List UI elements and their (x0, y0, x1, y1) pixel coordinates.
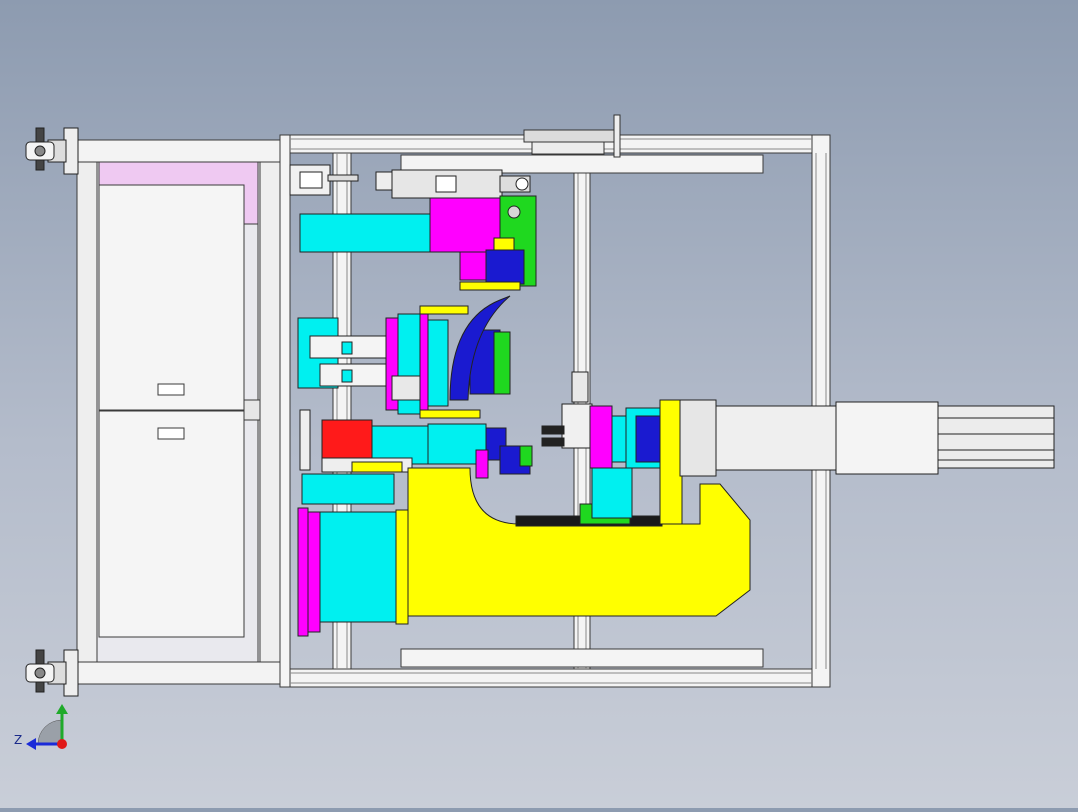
cabinet-door-lower (98, 410, 245, 638)
cad-model-drawing[interactable]: Z (0, 0, 1078, 808)
caster-wheel-top (25, 127, 79, 175)
left-cabinet (76, 139, 281, 685)
spindle-motor-assembly (541, 371, 1055, 525)
middle-clamp-assembly (297, 295, 511, 419)
upper-cylinder-assembly (289, 164, 537, 291)
door-handle-upper (157, 383, 185, 396)
servo-motor (835, 401, 939, 475)
coordinate-triad: Z (14, 704, 68, 750)
magenta-plate-upper (429, 197, 503, 253)
red-motor-block (321, 419, 373, 465)
origin-dot-icon (57, 739, 67, 749)
bottom-crossbar (400, 648, 764, 668)
caster-wheel-bottom (25, 649, 79, 697)
cyan-block-upper (299, 213, 433, 253)
spindle-housing (715, 405, 839, 471)
door-handle-lower (157, 427, 185, 440)
cad-viewport[interactable]: Z (0, 0, 1078, 808)
z-axis-arrow-icon (26, 738, 36, 750)
cabinet-door-upper (98, 184, 245, 411)
y-axis-arrow-icon (56, 704, 68, 714)
z-axis-label: Z (14, 733, 22, 747)
